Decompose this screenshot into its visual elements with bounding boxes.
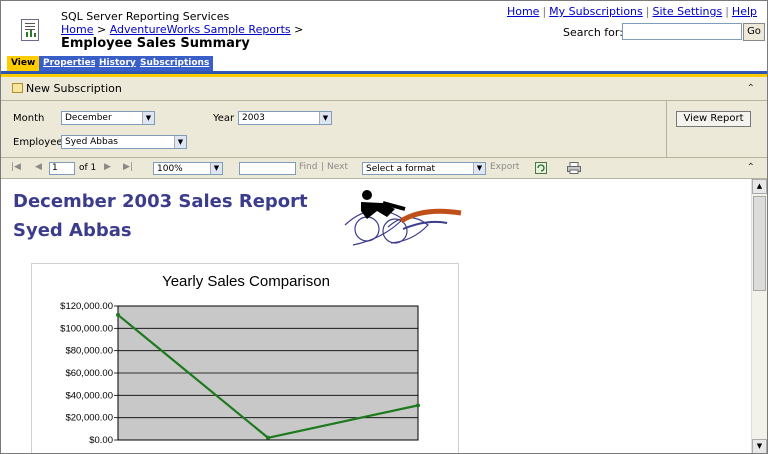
home-link[interactable]: Home — [507, 5, 539, 18]
panel-divider — [666, 101, 667, 157]
collapse-icon[interactable]: ⌃ — [747, 162, 755, 173]
scroll-thumb[interactable] — [753, 196, 766, 291]
view-report-button[interactable]: View Report — [676, 111, 751, 127]
y-tick-label: $120,000.00 — [60, 301, 113, 312]
help-link[interactable]: Help — [732, 5, 757, 18]
y-tick-label: $40,000.00 — [65, 390, 113, 401]
report-manager-window: SQL Server Reporting Services Home > Adv… — [0, 0, 768, 454]
breadcrumb-folder-link[interactable]: AdventureWorks Sample Reports — [110, 23, 291, 36]
my-subscriptions-link[interactable]: My Subscriptions — [549, 5, 643, 18]
year-label: Year — [213, 113, 235, 124]
find-link[interactable]: Find — [299, 162, 317, 172]
report-toolbar: |◀ ◀ 1 of 1 ▶ ▶| 100% ▼ Find | Next Sele… — [1, 158, 767, 179]
next-link[interactable]: Next — [327, 162, 348, 172]
breadcrumb-separator: > — [294, 23, 304, 36]
parameters-panel: Month December ▼ Year 2003 ▼ Employee Sy… — [1, 101, 767, 158]
y-tick-label: $0.00 — [89, 435, 113, 446]
first-page-icon[interactable]: |◀ — [11, 162, 21, 172]
page-number-input[interactable]: 1 — [49, 162, 75, 175]
export-format-value: Select a format — [366, 164, 436, 174]
employee-select[interactable]: Syed Abbas ▼ — [61, 135, 187, 149]
data-point — [116, 312, 120, 317]
go-button[interactable]: Go — [743, 23, 765, 41]
month-label: Month — [13, 113, 45, 124]
cyclist-logo — [344, 190, 462, 246]
tab-subscriptions[interactable]: Subscriptions — [136, 56, 214, 71]
y-tick-label: $60,000.00 — [65, 368, 113, 379]
app-name: SQL Server Reporting Services — [61, 10, 230, 23]
refresh-icon[interactable] — [535, 162, 547, 174]
report-scrollbar[interactable]: ▲ ▼ — [751, 179, 767, 453]
report-viewer: December 2003 Sales Report Syed Abbas Ye… — [1, 179, 751, 453]
subscription-bar: New Subscription ⌃ — [1, 77, 767, 101]
scroll-up-icon[interactable]: ▲ — [752, 179, 767, 194]
find-input[interactable] — [239, 162, 296, 175]
employee-label: Employee — [13, 137, 63, 148]
export-format-select[interactable]: Select a format ▼ — [362, 162, 486, 175]
chevron-down-icon: ▼ — [142, 112, 154, 124]
tab-view[interactable]: View — [7, 56, 40, 71]
month-select[interactable]: December ▼ — [61, 111, 155, 125]
chart-title: Yearly Sales Comparison — [162, 273, 330, 290]
search-input[interactable] — [622, 23, 742, 40]
scroll-down-icon[interactable]: ▼ — [752, 439, 767, 453]
tab-history[interactable]: History — [95, 56, 140, 71]
tab-properties[interactable]: Properties — [39, 56, 101, 71]
breadcrumb: Home > AdventureWorks Sample Reports > — [61, 23, 303, 36]
collapse-icon[interactable]: ⌃ — [747, 83, 755, 94]
page-count: of 1 — [79, 163, 97, 173]
zoom-select[interactable]: 100% ▼ — [153, 162, 223, 175]
tab-bar: View Properties History Subscriptions — [1, 56, 767, 71]
report-subtitle: Syed Abbas — [13, 220, 132, 241]
page-title: Employee Sales Summary — [61, 36, 250, 51]
y-tick-label: $80,000.00 — [65, 346, 113, 357]
breadcrumb-separator: > — [96, 23, 107, 36]
new-subscription-link[interactable]: New Subscription — [26, 82, 122, 95]
chevron-down-icon: ▼ — [319, 112, 331, 124]
site-settings-link[interactable]: Site Settings — [652, 5, 722, 18]
sales-chart: Yearly Sales Comparison $0.00 $20,000.00 $4… — [31, 263, 459, 453]
year-select-value: 2003 — [242, 113, 265, 123]
y-tick-label: $100,000.00 — [60, 323, 113, 334]
link-separator: | — [725, 5, 729, 18]
export-link[interactable]: Export — [490, 162, 519, 172]
year-select[interactable]: 2003 ▼ — [238, 111, 332, 125]
print-icon[interactable] — [567, 162, 581, 174]
sales-chart-svg: Yearly Sales Comparison $0.00 $20,000.00 $4… — [60, 273, 420, 446]
chevron-down-icon: ▼ — [174, 136, 186, 148]
breadcrumb-home-link[interactable]: Home — [61, 23, 93, 36]
next-page-icon[interactable]: ▶ — [104, 162, 111, 172]
toolbar-separator: | — [321, 162, 325, 172]
chevron-down-icon: ▼ — [473, 163, 485, 174]
month-select-value: December — [65, 113, 112, 123]
link-separator: | — [542, 5, 547, 18]
employee-select-value: Syed Abbas — [65, 137, 118, 147]
report-title: December 2003 Sales Report — [13, 191, 308, 212]
last-page-icon[interactable]: ▶| — [123, 162, 133, 172]
report-icon — [21, 19, 39, 41]
data-point — [416, 403, 420, 408]
new-subscription-icon[interactable] — [12, 83, 23, 93]
previous-page-icon[interactable]: ◀ — [35, 162, 42, 172]
link-separator: | — [645, 5, 650, 18]
header: SQL Server Reporting Services Home > Adv… — [1, 1, 767, 56]
data-point — [266, 435, 270, 440]
chevron-down-icon: ▼ — [210, 163, 222, 174]
zoom-select-value: 100% — [157, 164, 183, 174]
top-links: Home | My Subscriptions | Site Settings | Help — [507, 5, 757, 18]
search-label: Search for: — [563, 26, 623, 39]
y-tick-label: $20,000.00 — [65, 413, 113, 424]
